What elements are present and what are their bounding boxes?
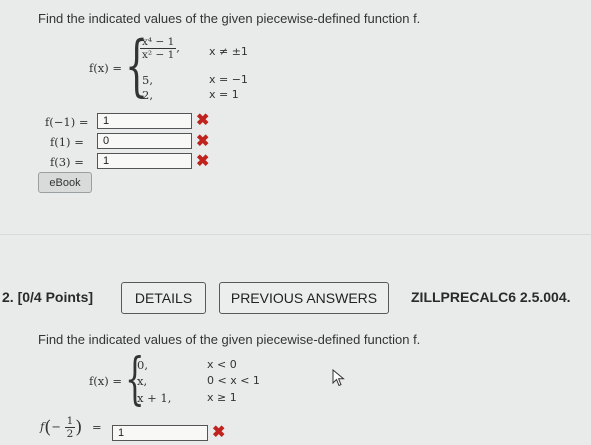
q2-prompt: Find the indicated values of the given p… (38, 332, 421, 347)
q2-eval-label: f(− 1 2 ) = (40, 415, 102, 440)
q1-row1-label: f(−1) = (45, 115, 89, 129)
q1-piece1-condition: x ≠ ±1 (209, 45, 248, 58)
ebook-button[interactable]: eBook (38, 172, 92, 193)
q1-row2-label: f(1) = (50, 135, 84, 149)
mouse-pointer-icon (332, 369, 345, 387)
q2-eval-denominator: 2 (66, 428, 74, 440)
q1-piece1-numerator: x⁴ − 1 (140, 36, 177, 49)
divider (0, 234, 591, 235)
x-mark-icon: ✖ (212, 424, 226, 441)
q1-row1-answer-input[interactable]: 1 (97, 113, 192, 129)
q1-piece2-expression: 5, (142, 73, 153, 87)
q2-source-label: ZILLPRECALC6 2.5.004. (411, 289, 571, 305)
q2-piece2-expression: x, (137, 374, 148, 388)
q2-answer-input[interactable]: 1 (112, 425, 208, 441)
q2-function-label: f(x) = (89, 374, 123, 388)
q2-piece2-condition: 0 < x < 1 (207, 374, 260, 387)
x-mark-icon: ✖ (196, 112, 210, 129)
q1-piece3-condition: x = 1 (209, 88, 239, 101)
q1-row3-answer-input[interactable]: 1 (97, 153, 192, 169)
previous-answers-button[interactable]: PREVIOUS ANSWERS (219, 282, 389, 314)
q1-prompt: Find the indicated values of the given p… (38, 11, 421, 26)
q2-eval-sign: − (51, 419, 61, 434)
q1-row2-answer-input[interactable]: 0 (97, 133, 192, 149)
details-button[interactable]: DETAILS (121, 282, 206, 314)
q2-piece1-condition: x < 0 (207, 358, 237, 371)
q1-piece3-expression: 2, (142, 88, 153, 102)
q1-piece1-denominator: x² − 1 (142, 49, 175, 61)
q1-row3-label: f(3) = (50, 155, 84, 169)
q2-points-label: 2. [0/4 Points] (2, 289, 94, 305)
q2-eval-equals: = (91, 419, 102, 434)
q1-piece2-condition: x = −1 (209, 73, 248, 86)
q2-piece3-condition: x ≥ 1 (207, 391, 237, 404)
q2-eval-numerator: 1 (64, 415, 76, 428)
q1-piece1-fraction: x⁴ − 1 x² − 1 , (140, 36, 180, 61)
q1-function-label: f(x) = (89, 61, 123, 75)
q2-piece1-expression: 0, (137, 358, 148, 372)
x-mark-icon: ✖ (196, 153, 210, 170)
q2-piece3-expression: x + 1, (137, 391, 172, 405)
x-mark-icon: ✖ (196, 133, 210, 150)
